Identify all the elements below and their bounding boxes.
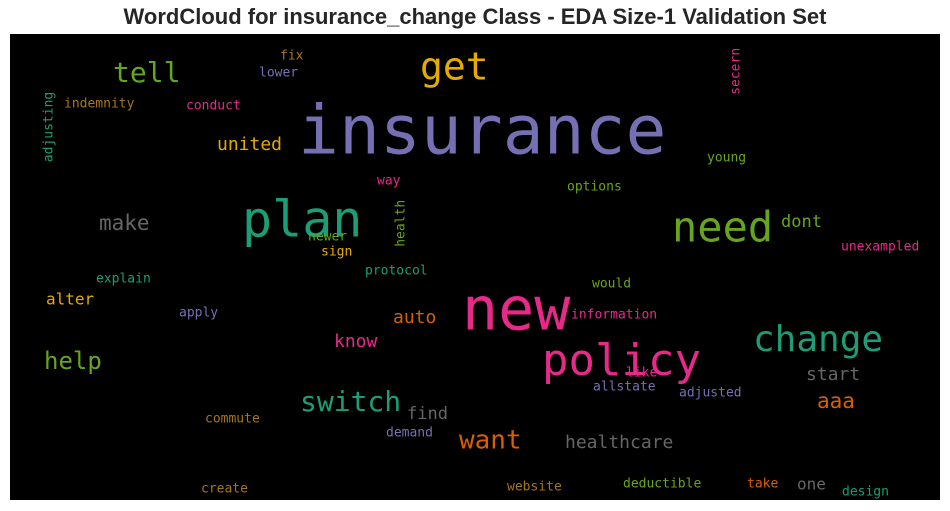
word-auto: auto [393, 307, 436, 328]
word-deductible: deductible [623, 477, 701, 492]
word-united: united [217, 134, 282, 155]
word-policy: policy [542, 335, 701, 386]
word-unexampled: unexampled [841, 240, 919, 255]
word-indemnity: indemnity [64, 97, 135, 112]
word-need: need [672, 203, 773, 252]
word-help: help [44, 347, 102, 375]
word-dont: dont [781, 212, 822, 232]
word-newer: newer [308, 230, 347, 245]
word-start: start [806, 364, 860, 385]
word-adjusting: adjusting [42, 92, 57, 162]
word-allstate: allstate [593, 380, 656, 395]
word-protocol: protocol [365, 264, 428, 279]
word-aaa: aaa [817, 389, 855, 413]
word-options: options [567, 180, 622, 195]
word-change: change [753, 319, 883, 360]
chart-title: WordCloud for insurance_change Class - E… [123, 4, 827, 29]
word-fix: fix [280, 49, 304, 64]
word-create: create [201, 482, 248, 497]
word-commute: commute [205, 412, 260, 427]
word-switch: switch [300, 385, 401, 418]
word-take: take [747, 477, 778, 492]
word-information: information [571, 308, 657, 323]
word-alter: alter [46, 290, 95, 309]
wordcloud-canvas: insurancenewplanpolicyneedchangegetswitc… [10, 34, 940, 500]
word-website: website [507, 480, 562, 495]
word-adjusted: adjusted [679, 386, 742, 401]
word-young: young [707, 151, 746, 166]
word-health: health [394, 200, 409, 247]
word-sign: sign [321, 245, 352, 260]
word-apply: apply [179, 306, 218, 321]
word-get: get [420, 45, 489, 89]
word-insurance: insurance [298, 92, 666, 171]
word-make: make [99, 211, 150, 235]
word-tell: tell [113, 56, 180, 89]
word-one: one [797, 475, 826, 494]
word-know: know [334, 331, 378, 352]
word-would: would [592, 277, 631, 292]
word-want: want [459, 426, 522, 456]
word-demand: demand [386, 426, 433, 441]
word-explain: explain [96, 272, 151, 287]
word-conduct: conduct [186, 99, 241, 114]
word-design: design [842, 485, 889, 500]
word-find: find [407, 404, 448, 424]
word-like: like [626, 366, 657, 381]
word-way: way [377, 174, 401, 189]
word-secern: secern [729, 48, 744, 95]
word-lower: lower [259, 66, 298, 81]
word-healthcare: healthcare [565, 432, 673, 453]
